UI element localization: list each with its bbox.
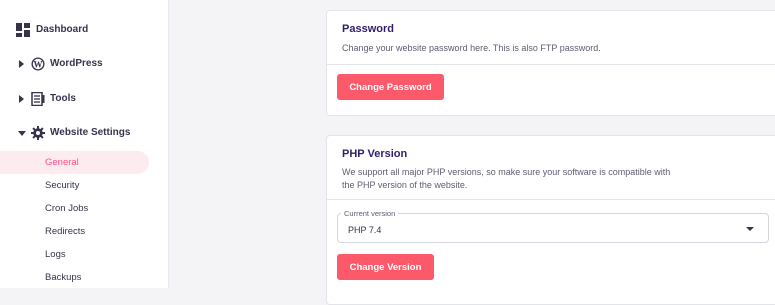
sidebar-item-tools[interactable]: Tools — [0, 87, 169, 111]
sidebar-item-label: Backups — [45, 272, 82, 283]
wordpress-icon: W — [31, 57, 45, 71]
sidebar-item-label: Cron Jobs — [45, 203, 89, 214]
sidebar-item-label: Dashboard — [36, 24, 89, 35]
sidebar-item-label: Security — [45, 180, 80, 191]
sidebar-item-label: General — [45, 157, 79, 168]
chevron-down-icon — [18, 131, 26, 136]
divider — [327, 199, 775, 200]
sidebar-item-security[interactable]: Security — [0, 174, 169, 197]
sidebar-item-website-settings[interactable]: Website Settings — [0, 121, 169, 145]
card-title: Password — [342, 23, 394, 35]
sidebar: Dashboard W WordPress Tools Website Sett… — [0, 0, 169, 288]
dashboard-icon — [16, 23, 30, 37]
sidebar-item-dashboard[interactable]: Dashboard — [0, 18, 169, 42]
tools-icon — [31, 92, 45, 106]
select-value: PHP 7.4 — [348, 225, 382, 235]
sidebar-item-logs[interactable]: Logs — [0, 243, 169, 266]
change-version-button[interactable]: Change Version — [337, 254, 434, 280]
sidebar-item-backups[interactable]: Backups — [0, 266, 169, 289]
card-title: PHP Version — [342, 148, 408, 160]
sidebar-item-label: Redirects — [45, 226, 86, 237]
divider — [327, 64, 775, 65]
php-version-card: PHP Version We support all major PHP ver… — [326, 135, 775, 305]
change-password-button[interactable]: Change Password — [337, 74, 444, 100]
sidebar-item-wordpress[interactable]: W WordPress — [0, 52, 169, 76]
chevron-right-icon — [19, 60, 24, 68]
card-description-line-1: We support all major PHP versions, so ma… — [342, 167, 671, 177]
chevron-right-icon — [19, 95, 24, 103]
sidebar-item-label: WordPress — [50, 58, 103, 69]
password-card: Password Change your website password he… — [326, 10, 775, 116]
sidebar-item-redirects[interactable]: Redirects — [0, 220, 169, 243]
gear-icon — [31, 126, 45, 140]
php-version-select[interactable]: PHP 7.4 — [337, 213, 769, 243]
sidebar-item-label: Website Settings — [50, 127, 131, 138]
card-description: Change your website password here. This … — [342, 43, 601, 53]
svg-text:W: W — [34, 59, 43, 69]
sidebar-item-label: Logs — [45, 249, 66, 260]
sidebar-item-cron-jobs[interactable]: Cron Jobs — [0, 197, 169, 220]
sidebar-item-general[interactable]: General — [0, 151, 149, 174]
select-label: Current version — [341, 209, 399, 218]
sidebar-item-label: Tools — [50, 93, 76, 104]
chevron-down-icon — [746, 227, 754, 231]
card-description-line-2: the PHP version of the website. — [342, 180, 468, 190]
